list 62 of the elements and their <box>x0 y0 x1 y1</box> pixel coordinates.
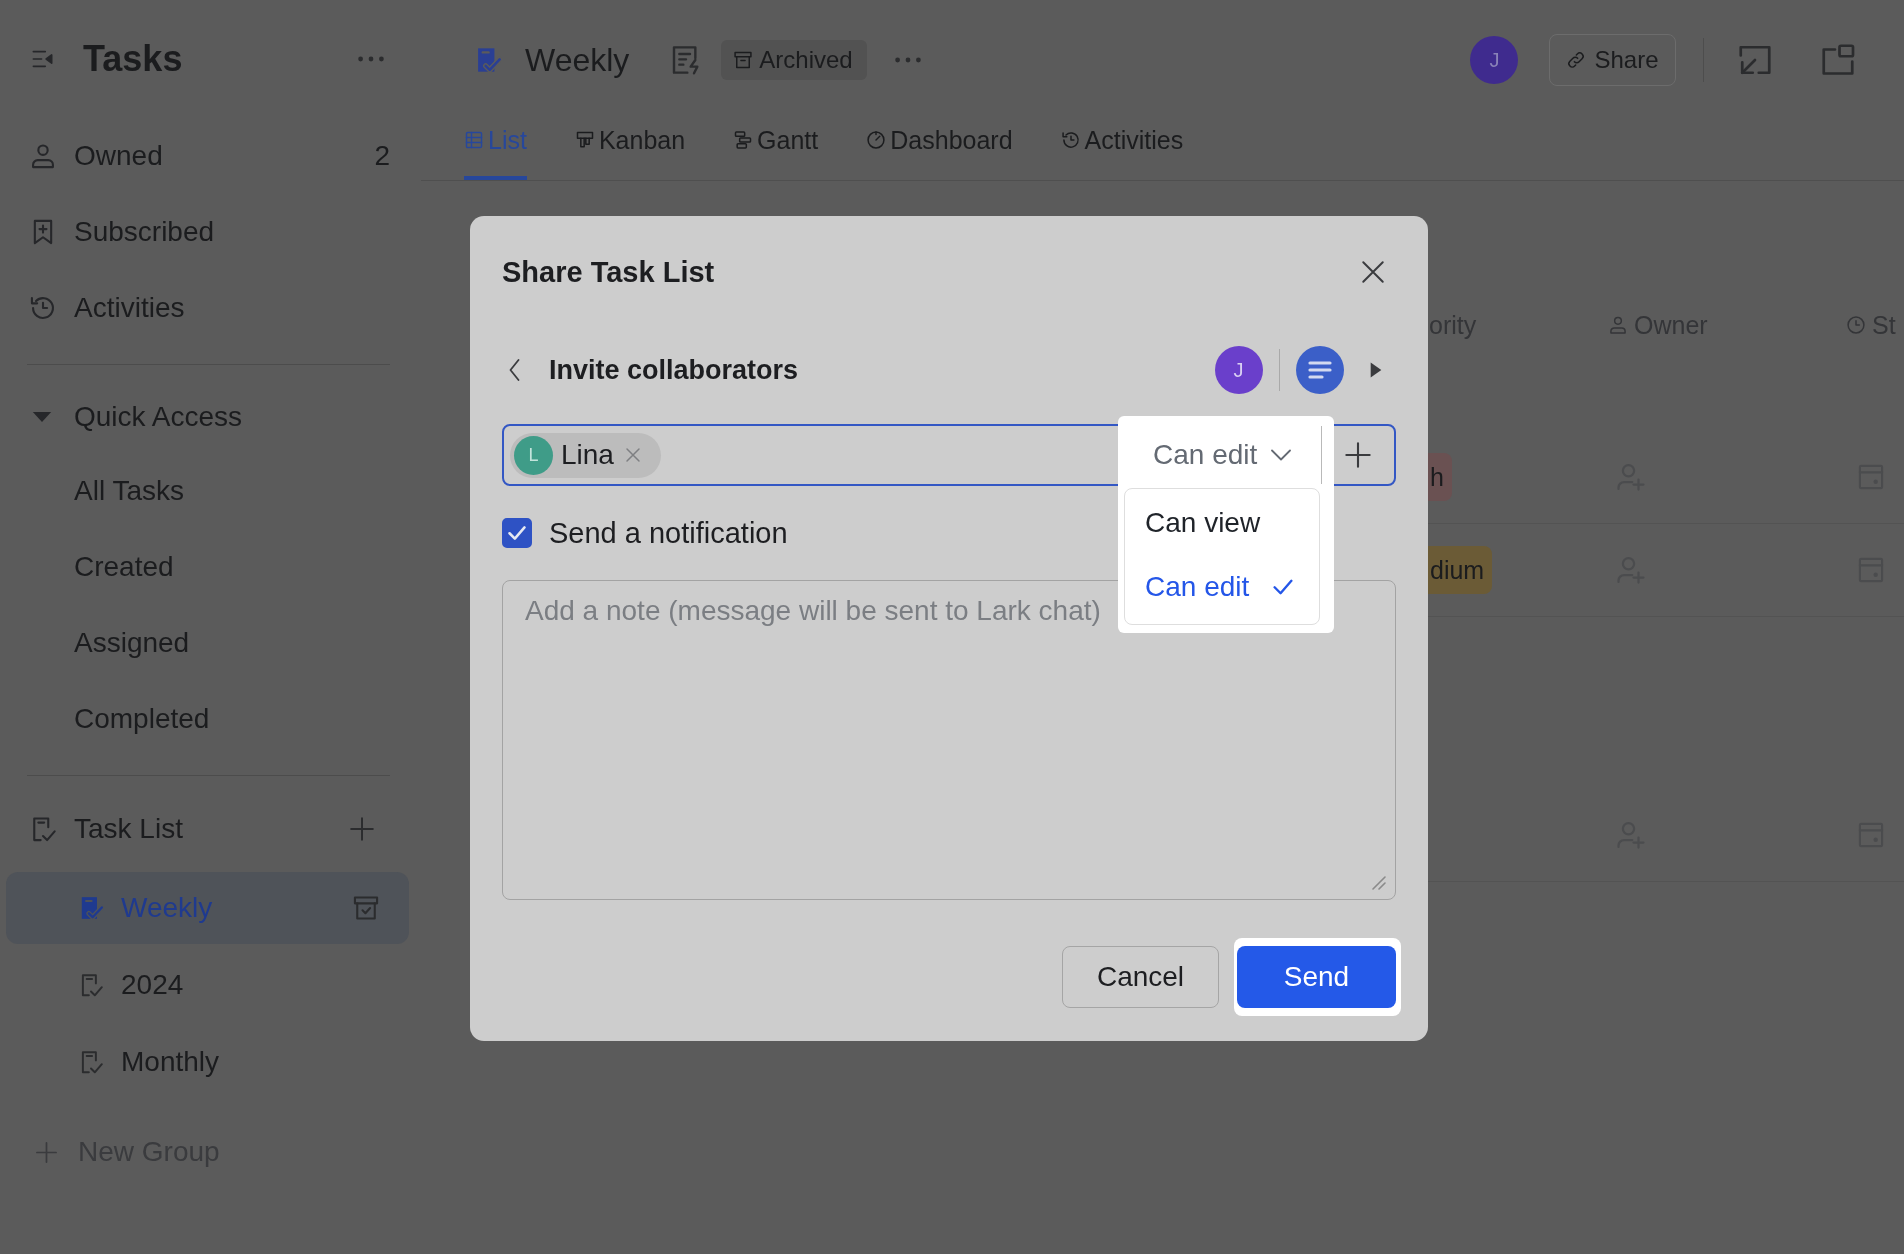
sidebar-item[interactable]: Owned 2 <box>27 118 390 194</box>
task-list-item[interactable]: 2024 <box>6 949 409 1021</box>
sidebar-item[interactable]: Assigned <box>27 605 390 681</box>
close-icon[interactable] <box>1360 259 1386 285</box>
section-title: Invite collaborators <box>549 354 799 386</box>
section-toggle[interactable]: Quick Access <box>27 381 390 453</box>
lines-avatar-icon[interactable] <box>1296 346 1344 394</box>
resize-handle-icon <box>1372 876 1386 890</box>
sidebar-item[interactable]: Activities <box>27 270 390 346</box>
more-icon[interactable] <box>894 57 921 63</box>
archive-icon[interactable] <box>352 894 380 922</box>
sidebar-item[interactable]: All Tasks <box>27 453 390 529</box>
link-icon <box>1566 50 1587 70</box>
avatar: L <box>514 435 553 475</box>
avatar: J <box>1470 36 1519 84</box>
tab[interactable]: Dashboard <box>866 120 1013 180</box>
secondary-button[interactable]: Cancel <box>1062 945 1219 1008</box>
section-title: Task List <box>74 813 183 845</box>
archive-icon <box>733 50 754 70</box>
tab[interactable]: List <box>464 120 527 180</box>
person-icon <box>1608 315 1628 335</box>
badge-label: Archived <box>759 46 853 74</box>
chevron-down-icon <box>1271 449 1292 461</box>
plus-icon <box>35 1140 58 1164</box>
dialog-title: Share Task List <box>502 255 715 289</box>
caret-down-icon <box>32 411 52 423</box>
triangle-right-icon[interactable] <box>1370 362 1382 378</box>
primary-button[interactable]: Send <box>1237 945 1396 1008</box>
check-icon <box>1273 579 1293 595</box>
more-icon[interactable] <box>358 56 384 62</box>
sidebar-item[interactable]: Completed <box>27 681 390 757</box>
tab[interactable]: Kanban <box>574 120 686 180</box>
sidebar-item[interactable]: Subscribed <box>27 194 390 270</box>
sidebar-item[interactable]: Created <box>27 529 390 605</box>
checkbox[interactable] <box>502 518 532 548</box>
table-icon <box>464 130 484 150</box>
clock-icon <box>1846 315 1866 335</box>
back-icon[interactable] <box>509 359 520 381</box>
page-title: Weekly <box>525 41 630 79</box>
history-icon <box>29 294 57 322</box>
tab[interactable]: Activities <box>1060 120 1184 180</box>
chip-label: Lina <box>561 439 614 471</box>
item-count: 2 <box>374 140 390 172</box>
priority-tag: h <box>1428 453 1452 501</box>
permission-select[interactable]: Can edit <box>1118 426 1322 484</box>
person-icon <box>29 142 57 170</box>
gantt-icon <box>733 130 754 150</box>
window-icon[interactable] <box>1820 42 1856 78</box>
task-list-item[interactable]: Monthly <box>6 1026 409 1098</box>
share-button[interactable]: Share <box>1549 34 1676 86</box>
avatar: J <box>1214 346 1263 394</box>
kanban-icon <box>574 130 595 150</box>
priority-tag: dium <box>1428 546 1493 594</box>
app-title: Tasks <box>83 38 183 80</box>
remove-icon[interactable] <box>624 447 641 463</box>
check-icon <box>508 526 526 540</box>
tab[interactable]: Gantt <box>733 120 819 180</box>
gauge-icon <box>866 130 887 150</box>
menu-item[interactable]: Can view <box>1125 491 1319 555</box>
history-icon <box>1060 130 1081 150</box>
checkbox-label[interactable]: Send a notification <box>549 516 788 550</box>
plus-icon[interactable] <box>1344 441 1372 469</box>
